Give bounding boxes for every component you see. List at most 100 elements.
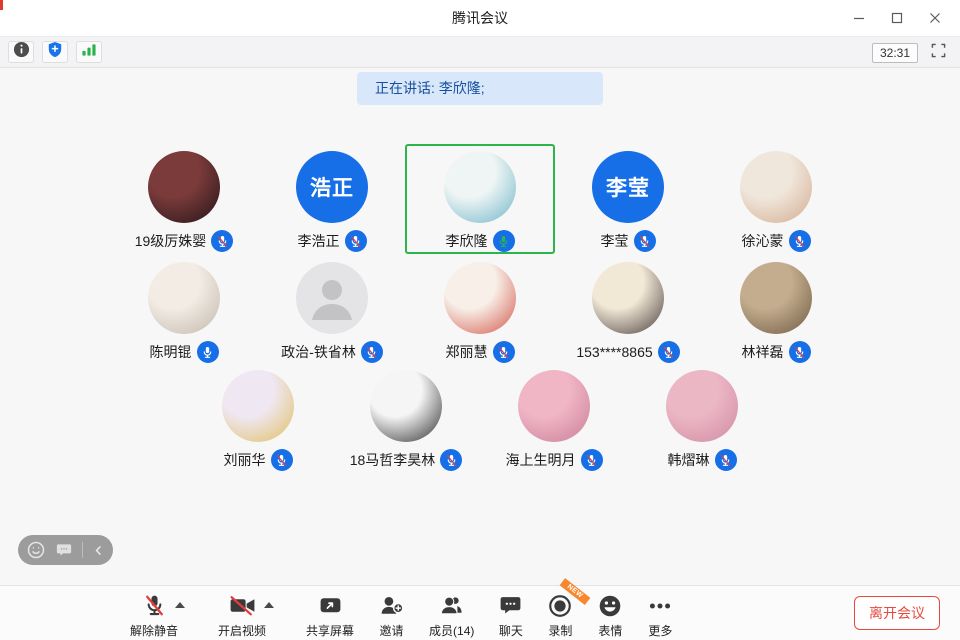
- avatar-cherry-blossom-tree: [518, 370, 590, 442]
- participant-name-row: 153****8865: [576, 341, 679, 363]
- participant-cell[interactable]: 浩正李浩正: [258, 145, 406, 253]
- close-button[interactable]: [920, 4, 950, 32]
- quick-chat-button[interactable]: [55, 541, 73, 559]
- participant-row-3: 刘丽华 18马哲李昊林 海上生明月 韩熠琳: [0, 364, 960, 472]
- invite-icon: [378, 592, 405, 619]
- participant-name: 郑丽慧: [446, 342, 488, 362]
- participant-name: 海上生明月: [506, 450, 576, 470]
- participant-cell[interactable]: 海上生明月: [480, 364, 628, 472]
- participant-name: 徐沁蒙: [742, 231, 784, 251]
- participant-cell[interactable]: 李欣隆: [406, 145, 554, 253]
- participant-name: 林祥磊: [742, 342, 784, 362]
- participant-cell[interactable]: 19级厉姝婴: [110, 145, 258, 253]
- participant-name-row: 韩熠琳: [668, 449, 737, 471]
- toolbar-item-label: 表情: [598, 622, 622, 639]
- toolbar-item-camera-off[interactable]: 开启视频: [218, 592, 266, 639]
- options-arrow-icon[interactable]: [175, 602, 185, 608]
- toolbar-item-more[interactable]: 更多: [647, 592, 673, 639]
- collapse-pill-button[interactable]: [92, 544, 105, 557]
- participant-cell[interactable]: 政治-铁省林: [258, 256, 406, 364]
- pill-divider: [82, 542, 83, 558]
- participant-name: 153****8865: [576, 344, 652, 360]
- participant-name-row: 海上生明月: [506, 449, 603, 471]
- participant-name-row: 政治-铁省林: [281, 341, 383, 363]
- mic-muted-icon: [361, 341, 383, 363]
- participant-cell[interactable]: 陈明锟: [110, 256, 258, 364]
- toolbar-item-label: 邀请: [380, 622, 404, 639]
- avatar-pink-anime-girl-profile: [666, 370, 738, 442]
- toolbar-item-label: 录制: [548, 622, 572, 639]
- mic-muted-icon: [141, 592, 168, 619]
- participant-name: 陈明锟: [150, 342, 192, 362]
- avatar-desk-laptop-lamp-photo: [740, 262, 812, 334]
- mic-muted-icon: [211, 230, 233, 252]
- avatar-anime-fox-mask: [444, 151, 516, 223]
- chat-icon: [498, 592, 523, 619]
- participant-name-row: 陈明锟: [150, 341, 219, 363]
- participant-cell[interactable]: 郑丽慧: [406, 256, 554, 364]
- participant-name: 18马哲李昊林: [350, 450, 436, 470]
- avatar-bw-anime-ninja: [370, 370, 442, 442]
- toolbar-item-record[interactable]: NEW录制: [547, 592, 573, 639]
- participant-cell[interactable]: 18马哲李昊林: [332, 364, 480, 472]
- meeting-window: 腾讯会议: [0, 0, 960, 640]
- participant-cell[interactable]: 刘丽华: [184, 364, 332, 472]
- toolbar-item-mic-muted[interactable]: 解除静音: [130, 592, 178, 639]
- emoji-icon: [597, 592, 623, 619]
- toolbar-item-members[interactable]: 成员(14): [429, 592, 474, 639]
- avatar-initials: 李莹: [592, 151, 664, 223]
- minimize-button[interactable]: [844, 4, 874, 32]
- avatar-initials: 浩正: [296, 151, 368, 223]
- avatar-anime-girl-black-bob: [592, 262, 664, 334]
- avatar-placeholder-person-icon: [296, 262, 368, 334]
- mic-muted-icon: [581, 449, 603, 471]
- participant-name-row: 刘丽华: [224, 449, 293, 471]
- emoji-reaction-button[interactable]: [26, 540, 46, 560]
- participant-cell[interactable]: 林祥磊: [702, 256, 850, 364]
- toolbar-item-label: 共享屏幕: [306, 622, 354, 639]
- participant-name-row: 19级厉姝婴: [135, 230, 234, 252]
- participant-cell[interactable]: 153****8865: [554, 256, 702, 364]
- meeting-timer: 32:31: [872, 43, 918, 63]
- toolbar-item-invite[interactable]: 邀请: [378, 592, 405, 639]
- participant-cell[interactable]: 李莹李莹: [554, 145, 702, 253]
- reaction-quickbar: [18, 535, 113, 565]
- info-icon: [13, 41, 30, 63]
- mic-on-icon: [197, 341, 219, 363]
- toolbar-item-emoji[interactable]: 表情: [597, 592, 623, 639]
- participant-name: 李浩正: [298, 231, 340, 251]
- network-quality-button[interactable]: [76, 41, 102, 63]
- title-bar: 腾讯会议: [0, 0, 960, 36]
- participant-name-row: 林祥磊: [742, 341, 811, 363]
- participant-name-row: 18马哲李昊林: [350, 449, 463, 471]
- members-icon: [438, 592, 465, 619]
- mic-muted-icon: [493, 341, 515, 363]
- toolbar-item-chat[interactable]: 聊天: [498, 592, 523, 639]
- meeting-status-bar: 32:31: [0, 36, 960, 68]
- fullscreen-icon: [931, 43, 946, 63]
- participant-name-row: 李浩正: [298, 230, 367, 252]
- meeting-toolbar: 解除静音 开启视频共享屏幕 邀请 成员(14) 聊天 NEW录制表情 更多 离开会议: [0, 585, 960, 640]
- participant-cell[interactable]: 徐沁蒙: [702, 145, 850, 253]
- maximize-button[interactable]: [882, 4, 912, 32]
- mic-muted-icon: [658, 341, 680, 363]
- toolbar-item-label: 解除静音: [130, 622, 178, 639]
- options-arrow-icon[interactable]: [264, 602, 274, 608]
- speaking-banner: 正在讲话: 李欣隆;: [357, 72, 603, 105]
- participant-row-1: 19级厉姝婴浩正李浩正李欣隆李莹李莹徐沁蒙: [0, 145, 960, 253]
- window-title: 腾讯会议: [452, 8, 508, 28]
- mic-muted-icon: [789, 341, 811, 363]
- meeting-security-button[interactable]: [42, 41, 68, 63]
- avatar-illustrated-woman-yellow-cardigan: [222, 370, 294, 442]
- toolbar-items: 解除静音 开启视频共享屏幕 邀请 成员(14) 聊天 NEW录制表情 更多: [0, 586, 960, 639]
- participant-name-row: 李莹: [601, 230, 656, 252]
- meeting-info-button[interactable]: [8, 41, 34, 63]
- leave-meeting-button[interactable]: 离开会议: [854, 596, 940, 630]
- participant-cell[interactable]: 韩熠琳: [628, 364, 776, 472]
- mic-muted-icon: [440, 449, 462, 471]
- mic-speaking-icon: [493, 230, 515, 252]
- participant-name: 李欣隆: [446, 231, 488, 251]
- fullscreen-button[interactable]: [928, 43, 948, 63]
- toolbar-item-share-screen[interactable]: 共享屏幕: [306, 592, 354, 639]
- mic-muted-icon: [345, 230, 367, 252]
